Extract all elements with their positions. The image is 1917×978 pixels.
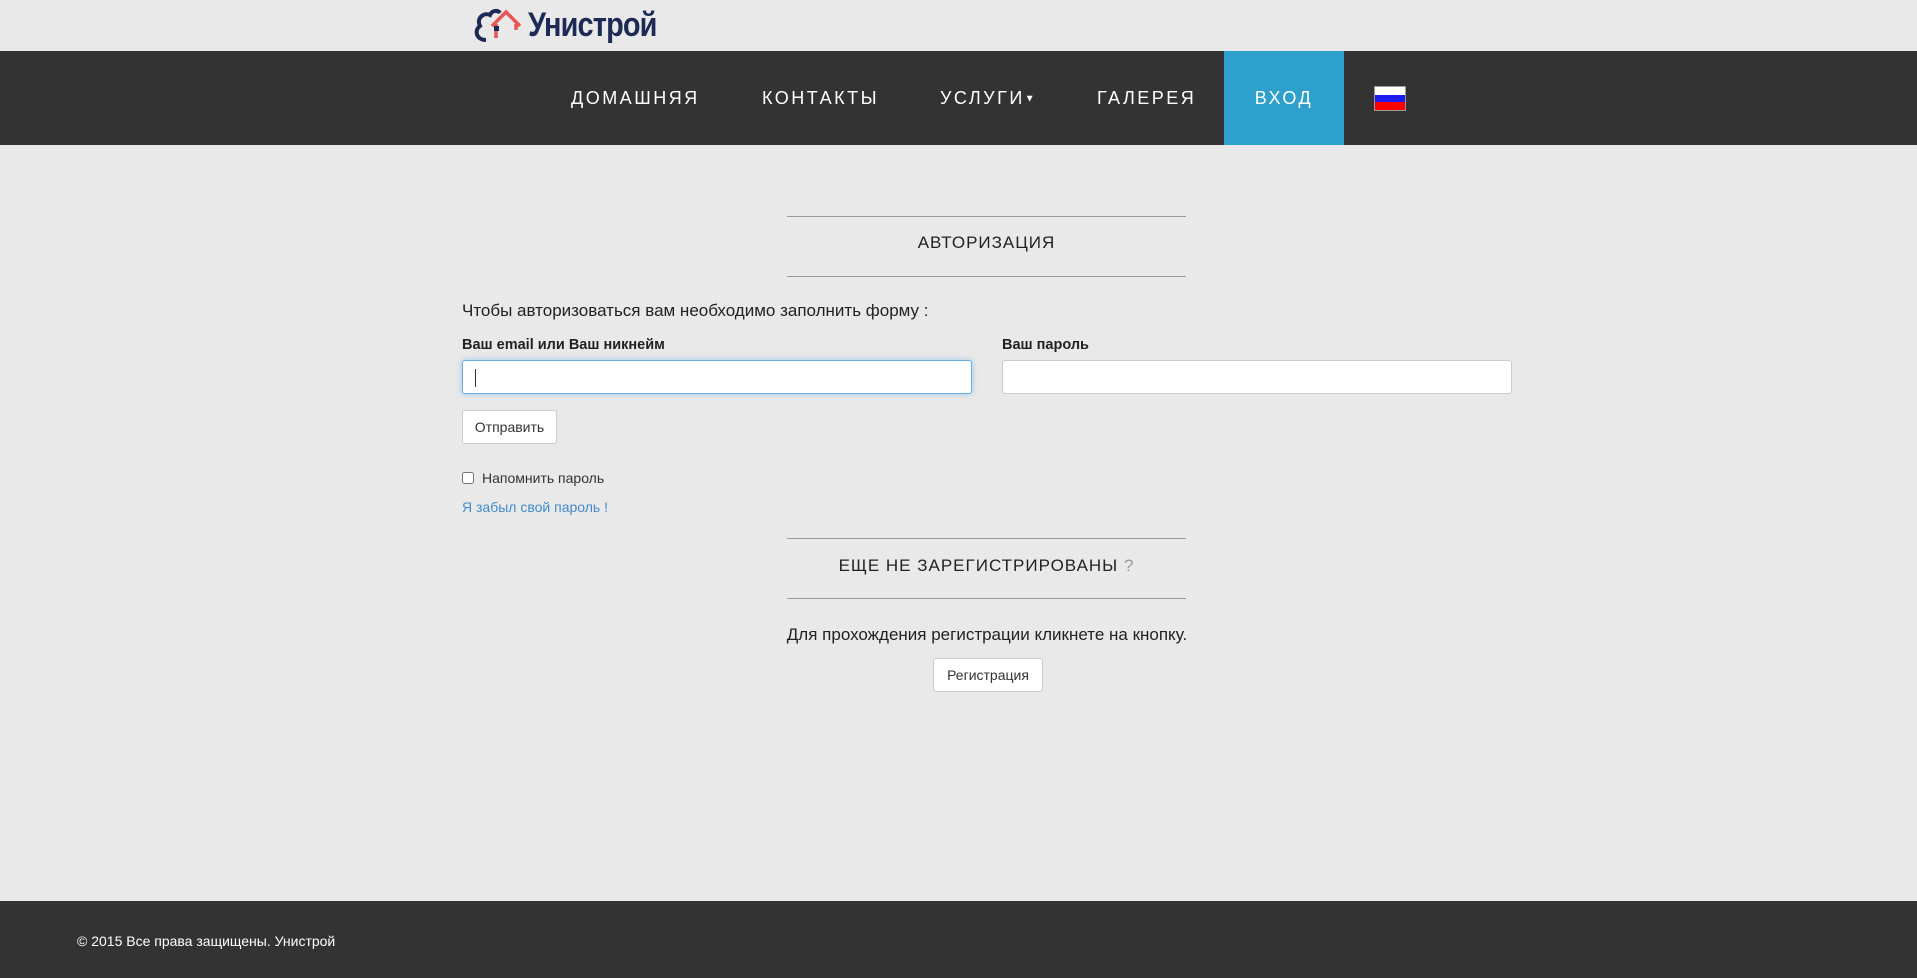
caret-down-icon: ▼ bbox=[1024, 93, 1035, 105]
text-cursor bbox=[475, 369, 476, 387]
login-intro: Чтобы авторизоваться вам необходимо запо… bbox=[462, 301, 929, 320]
register-button[interactable]: Регистрация bbox=[933, 658, 1043, 692]
nav-services-label: УСЛУГИ bbox=[940, 88, 1025, 108]
login-title: АВТОРИЗАЦИЯ bbox=[917, 233, 1056, 252]
forgot-password-link[interactable]: Я забыл свой пароль ! bbox=[462, 499, 608, 515]
footer: © 2015 Все права защищены. Унистрой bbox=[0, 901, 1917, 978]
password-input[interactable] bbox=[1002, 360, 1512, 394]
russian-flag-icon[interactable] bbox=[1374, 86, 1406, 111]
register-text: Для прохождения регистрации кликнете на … bbox=[786, 625, 1188, 644]
nav-services[interactable]: УСЛУГИ▼ bbox=[940, 51, 1035, 145]
nav-contacts[interactable]: КОНТАКТЫ bbox=[762, 51, 879, 145]
logo-house-cloud-icon bbox=[474, 8, 522, 42]
nav-gallery[interactable]: ГАЛЕРЕЯ bbox=[1097, 51, 1196, 145]
divider bbox=[787, 216, 1186, 217]
remember-row: Напомнить пароль bbox=[462, 470, 604, 486]
password-label: Ваш пароль bbox=[1002, 337, 1089, 353]
copyright: © 2015 Все права защищены. Унистрой bbox=[77, 933, 336, 949]
register-title: ЕЩЕ НЕ ЗАРЕГИСТРИРОВАНЫ ? bbox=[787, 556, 1186, 576]
divider bbox=[787, 276, 1186, 277]
nav-home[interactable]: ДОМАШНЯЯ bbox=[571, 51, 700, 145]
remember-label[interactable]: Напомнить пароль bbox=[482, 470, 604, 486]
divider bbox=[787, 598, 1186, 599]
email-label: Ваш email или Ваш никнейм bbox=[462, 337, 665, 353]
email-input[interactable] bbox=[462, 360, 972, 394]
submit-button[interactable]: Отправить bbox=[462, 410, 557, 444]
register-title-text: ЕЩЕ НЕ ЗАРЕГИСТРИРОВАНЫ bbox=[838, 556, 1119, 575]
question-mark: ? bbox=[1123, 556, 1135, 575]
main-nav: ДОМАШНЯЯ КОНТАКТЫ УСЛУГИ▼ ГАЛЕРЕЯ ВХОД bbox=[0, 51, 1917, 145]
divider bbox=[787, 538, 1186, 539]
remember-checkbox[interactable] bbox=[462, 472, 474, 484]
nav-login[interactable]: ВХОД bbox=[1224, 51, 1344, 145]
logo[interactable]: Унистрой bbox=[472, 2, 679, 48]
logo-text: Унистрой bbox=[528, 5, 657, 44]
